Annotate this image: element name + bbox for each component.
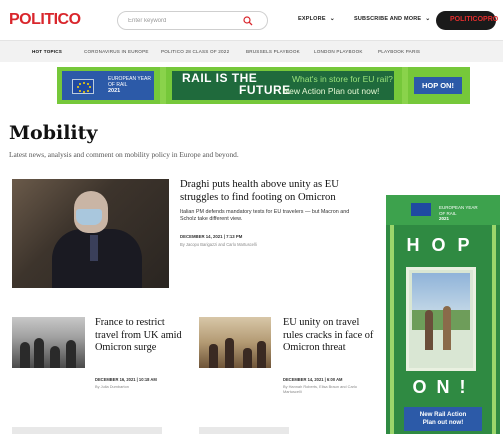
train-window-image: [406, 267, 476, 371]
banner-tagline-1: What's in store for EU rail?: [292, 74, 393, 84]
side-ad-on: ON!: [412, 377, 476, 397]
eu-year-of-rail-box: EUROPEAN YEAR OF RAIL 2021: [62, 71, 154, 100]
topic-london-playbook[interactable]: LONDON PLAYBOOK: [314, 49, 363, 54]
topic-brussels-playbook[interactable]: BRUSSELS PLAYBOOK: [246, 49, 300, 54]
nav-explore[interactable]: EXPLORE ⌄: [298, 15, 335, 22]
site-header: POLITICO EXPLORE⌄ SUBSCRIBE AND MORE⌄ PO…: [0, 0, 503, 40]
story-byline: By Julia Dumbarton: [95, 384, 129, 389]
politico-pro-button[interactable]: POLITICOPRO: [436, 11, 499, 30]
pro-button-label: POLITICOPRO: [450, 16, 499, 23]
topic-hot-topics[interactable]: HOT TOPICS: [32, 49, 62, 54]
topics-bar: HOT TOPICS CORONAVIRUS IN EUROPE POLITIC…: [0, 40, 503, 62]
side-cta-line2: Plan out now!: [422, 419, 464, 426]
eu-flag-icon: [411, 203, 431, 216]
side-ad-eu-text: EUROPEAN YEAR OF RAIL 2021: [439, 205, 478, 222]
side-ad-hop: HOP: [406, 235, 482, 255]
banner-stripe: [402, 67, 408, 104]
story-byline: By Hannah Roberts, Elisa Braun and Carlo…: [283, 384, 357, 394]
side-cta-line1: New Rail Action: [419, 411, 467, 418]
side-eu-year: 2021: [439, 216, 450, 221]
next-story-peek: [199, 427, 289, 434]
topic-playbook-paris[interactable]: PLAYBOOK PARIS: [378, 49, 420, 54]
search-input[interactable]: [128, 14, 238, 28]
story-image[interactable]: [199, 317, 271, 368]
rail-banner-ad[interactable]: EUROPEAN YEAR OF RAIL 2021 RAIL IS THE F…: [57, 67, 470, 104]
search-icon[interactable]: [243, 16, 253, 26]
lead-story-image[interactable]: [12, 179, 169, 288]
nav-explore-label: EXPLORE: [298, 16, 326, 22]
topic-politico-28[interactable]: POLITICO 28 CLASS OF 2022: [161, 49, 229, 54]
eu-year-text: EUROPEAN YEAR OF RAIL 2021: [108, 76, 158, 94]
lead-story-summary: Italian PM defends mandatory tests for E…: [180, 209, 350, 223]
rail-side-ad[interactable]: EUROPEAN YEAR OF RAIL 2021 HOP ON! New R…: [386, 195, 500, 434]
story-image[interactable]: [12, 317, 85, 368]
search-box[interactable]: [117, 11, 268, 30]
chevron-down-icon: ⌄: [329, 16, 335, 22]
lead-story-date: DECEMBER 14, 2021 | 7:13 PM: [180, 234, 243, 239]
story-date: DECEMBER 14, 2021 | 6:00 AM: [283, 377, 343, 382]
side-ad-cta-button[interactable]: New Rail Action Plan out now!: [404, 407, 482, 431]
page-description: Latest news, analysis and comment on mob…: [9, 150, 239, 159]
banner-stripe: [160, 67, 166, 104]
story-date: DECEMBER 16, 2021 | 10:18 AM: [95, 377, 157, 382]
lead-story-title[interactable]: Draghi puts health above unity as EU str…: [180, 178, 363, 204]
hop-on-button[interactable]: HOP ON!: [414, 77, 462, 94]
nav-subscribe-label: SUBSCRIBE AND MORE: [354, 16, 422, 22]
story-title[interactable]: EU unity on travel rules cracks in face …: [283, 317, 375, 355]
side-eu-line1: EUROPEAN YEAR: [439, 205, 478, 210]
side-eu-line2: OF RAIL: [439, 210, 457, 216]
banner-tagline-2: New Action Plan out now!: [283, 86, 380, 96]
nav-subscribe[interactable]: SUBSCRIBE AND MORE ⌄: [354, 15, 431, 22]
eu-flag-icon: [72, 79, 94, 94]
next-story-peek: [12, 427, 162, 434]
lead-story-byline: By Jacopo Barigazzi and Carlo Martuscell…: [180, 242, 257, 247]
story-title[interactable]: France to restrict travel from UK amid O…: [95, 317, 185, 355]
page-title: Mobility: [9, 122, 98, 144]
eu-year: 2021: [108, 88, 121, 94]
politico-logo[interactable]: POLITICO: [9, 11, 81, 29]
topic-coronavirus[interactable]: CORONAVIRUS IN EUROPE: [84, 49, 149, 54]
chevron-down-icon: ⌄: [425, 16, 431, 22]
